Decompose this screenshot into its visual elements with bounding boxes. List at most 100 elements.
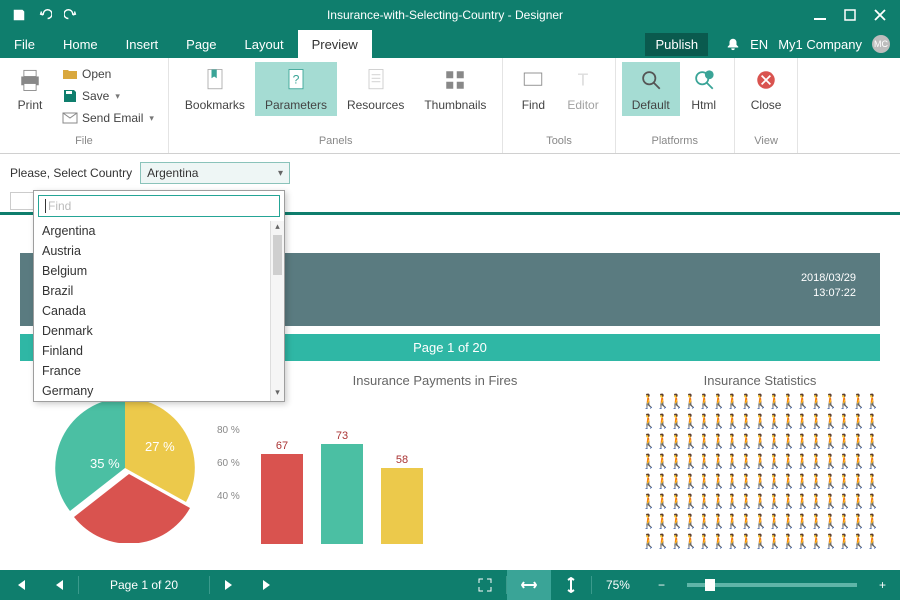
minimize-icon[interactable] — [814, 9, 826, 21]
redo-icon[interactable] — [64, 8, 78, 22]
editor-button[interactable]: TEditor — [557, 62, 608, 116]
person-icon: 🚶 — [766, 454, 778, 472]
platform-html-button[interactable]: Html — [680, 62, 728, 116]
person-icon: 🚶 — [668, 394, 680, 412]
person-icon: 🚶 — [780, 414, 792, 432]
status-page: Page 1 of 20 — [79, 570, 209, 600]
person-icon: 🚶 — [710, 534, 722, 552]
dropdown-item[interactable]: Germany — [34, 381, 284, 401]
tab-layout[interactable]: Layout — [231, 30, 298, 58]
person-icon: 🚶 — [682, 494, 694, 512]
bell-icon[interactable] — [726, 37, 740, 51]
fit-width-button[interactable] — [507, 570, 551, 600]
platform-default-button[interactable]: Default — [622, 62, 680, 116]
bar-chart: Insurance Payments in Fires 100 % 80 % 6… — [250, 373, 620, 552]
zoom-value[interactable]: 75% — [592, 570, 644, 600]
thumbnails-button[interactable]: Thumbnails — [414, 62, 496, 116]
close-icon[interactable] — [874, 9, 886, 21]
zoom-in-button[interactable]: + — [865, 570, 900, 600]
person-icon: 🚶 — [794, 494, 806, 512]
person-icon: 🚶 — [654, 434, 666, 452]
country-combobox[interactable]: Argentina ▾ — [140, 162, 290, 184]
save-button[interactable]: Save▾ — [58, 86, 158, 106]
person-icon: 🚶 — [710, 474, 722, 492]
dropdown-item[interactable]: France — [34, 361, 284, 381]
resources-button[interactable]: Resources — [337, 62, 414, 116]
chevron-down-icon[interactable]: ▾ — [115, 91, 120, 102]
person-icon: 🚶 — [836, 514, 848, 532]
zoom-out-button[interactable]: − — [644, 570, 679, 600]
nav-next-button[interactable] — [210, 570, 248, 600]
person-icon: 🚶 — [696, 494, 708, 512]
chevron-down-icon[interactable]: ▾ — [278, 168, 283, 179]
dropdown-item[interactable]: Brazil — [34, 281, 284, 301]
person-icon: 🚶 — [850, 494, 862, 512]
svg-text:27 %: 27 % — [145, 439, 175, 454]
person-icon: 🚶 — [668, 434, 680, 452]
print-button[interactable]: Print — [6, 62, 54, 116]
person-icon: 🚶 — [822, 434, 834, 452]
send-email-button[interactable]: Send Email▾ — [58, 108, 158, 128]
tab-file[interactable]: File — [0, 30, 49, 58]
person-icon: 🚶 — [752, 454, 764, 472]
tab-preview[interactable]: Preview — [298, 30, 372, 58]
dropdown-item[interactable]: Finland — [34, 341, 284, 361]
dropdown-item[interactable]: Argentina — [34, 221, 284, 241]
person-icon: 🚶 — [696, 534, 708, 552]
person-icon: 🚶 — [640, 414, 652, 432]
bookmarks-button[interactable]: Bookmarks — [175, 62, 255, 116]
nav-last-button[interactable] — [248, 570, 288, 600]
person-icon: 🚶 — [822, 534, 834, 552]
avatar[interactable]: MC — [872, 35, 890, 53]
person-icon: 🚶 — [724, 514, 736, 532]
language-label[interactable]: EN — [750, 37, 768, 52]
person-icon: 🚶 — [850, 514, 862, 532]
person-icon: 🚶 — [724, 474, 736, 492]
open-button[interactable]: Open — [58, 64, 158, 84]
tab-page[interactable]: Page — [172, 30, 230, 58]
dropdown-find-input[interactable]: Find — [38, 195, 280, 217]
parameters-button[interactable]: ?Parameters — [255, 62, 337, 116]
person-icon: 🚶 — [780, 454, 792, 472]
person-icon: 🚶 — [822, 454, 834, 472]
person-icon: 🚶 — [850, 474, 862, 492]
person-icon: 🚶 — [640, 534, 652, 552]
person-icon: 🚶 — [710, 434, 722, 452]
tab-home[interactable]: Home — [49, 30, 112, 58]
fit-height-button[interactable] — [551, 570, 591, 600]
person-icon: 🚶 — [654, 454, 666, 472]
person-icon: 🚶 — [850, 534, 862, 552]
group-label-panels: Panels — [175, 133, 496, 149]
person-icon: 🚶 — [696, 434, 708, 452]
person-icon: 🚶 — [696, 394, 708, 412]
maximize-icon[interactable] — [844, 9, 856, 21]
report-time: 13:07:22 — [801, 286, 856, 301]
zoom-slider[interactable] — [687, 583, 857, 587]
close-button[interactable]: Close — [741, 62, 792, 116]
report-date: 2018/03/29 — [801, 271, 856, 286]
person-icon: 🚶 — [808, 514, 820, 532]
tab-insert[interactable]: Insert — [112, 30, 173, 58]
dropdown-item[interactable]: Austria — [34, 241, 284, 261]
person-icon: 🚶 — [752, 394, 764, 412]
person-icon: 🚶 — [794, 414, 806, 432]
dropdown-item[interactable]: Denmark — [34, 321, 284, 341]
publish-button[interactable]: Publish — [645, 33, 708, 56]
person-icon: 🚶 — [738, 454, 750, 472]
nav-prev-button[interactable] — [40, 570, 78, 600]
chevron-down-icon[interactable]: ▾ — [149, 113, 154, 124]
fullscreen-button[interactable] — [464, 570, 506, 600]
person-icon: 🚶 — [864, 434, 876, 452]
find-button[interactable]: Find — [509, 62, 557, 116]
person-icon: 🚶 — [850, 434, 862, 452]
svg-text:35 %: 35 % — [90, 456, 120, 471]
dropdown-item[interactable]: Belgium — [34, 261, 284, 281]
save-icon[interactable] — [12, 8, 26, 22]
dropdown-scrollbar[interactable]: ▴▾ — [270, 221, 284, 401]
person-icon: 🚶 — [682, 474, 694, 492]
person-icon: 🚶 — [836, 414, 848, 432]
dropdown-item[interactable]: Canada — [34, 301, 284, 321]
person-icon: 🚶 — [710, 394, 722, 412]
nav-first-button[interactable] — [0, 570, 40, 600]
undo-icon[interactable] — [38, 8, 52, 22]
